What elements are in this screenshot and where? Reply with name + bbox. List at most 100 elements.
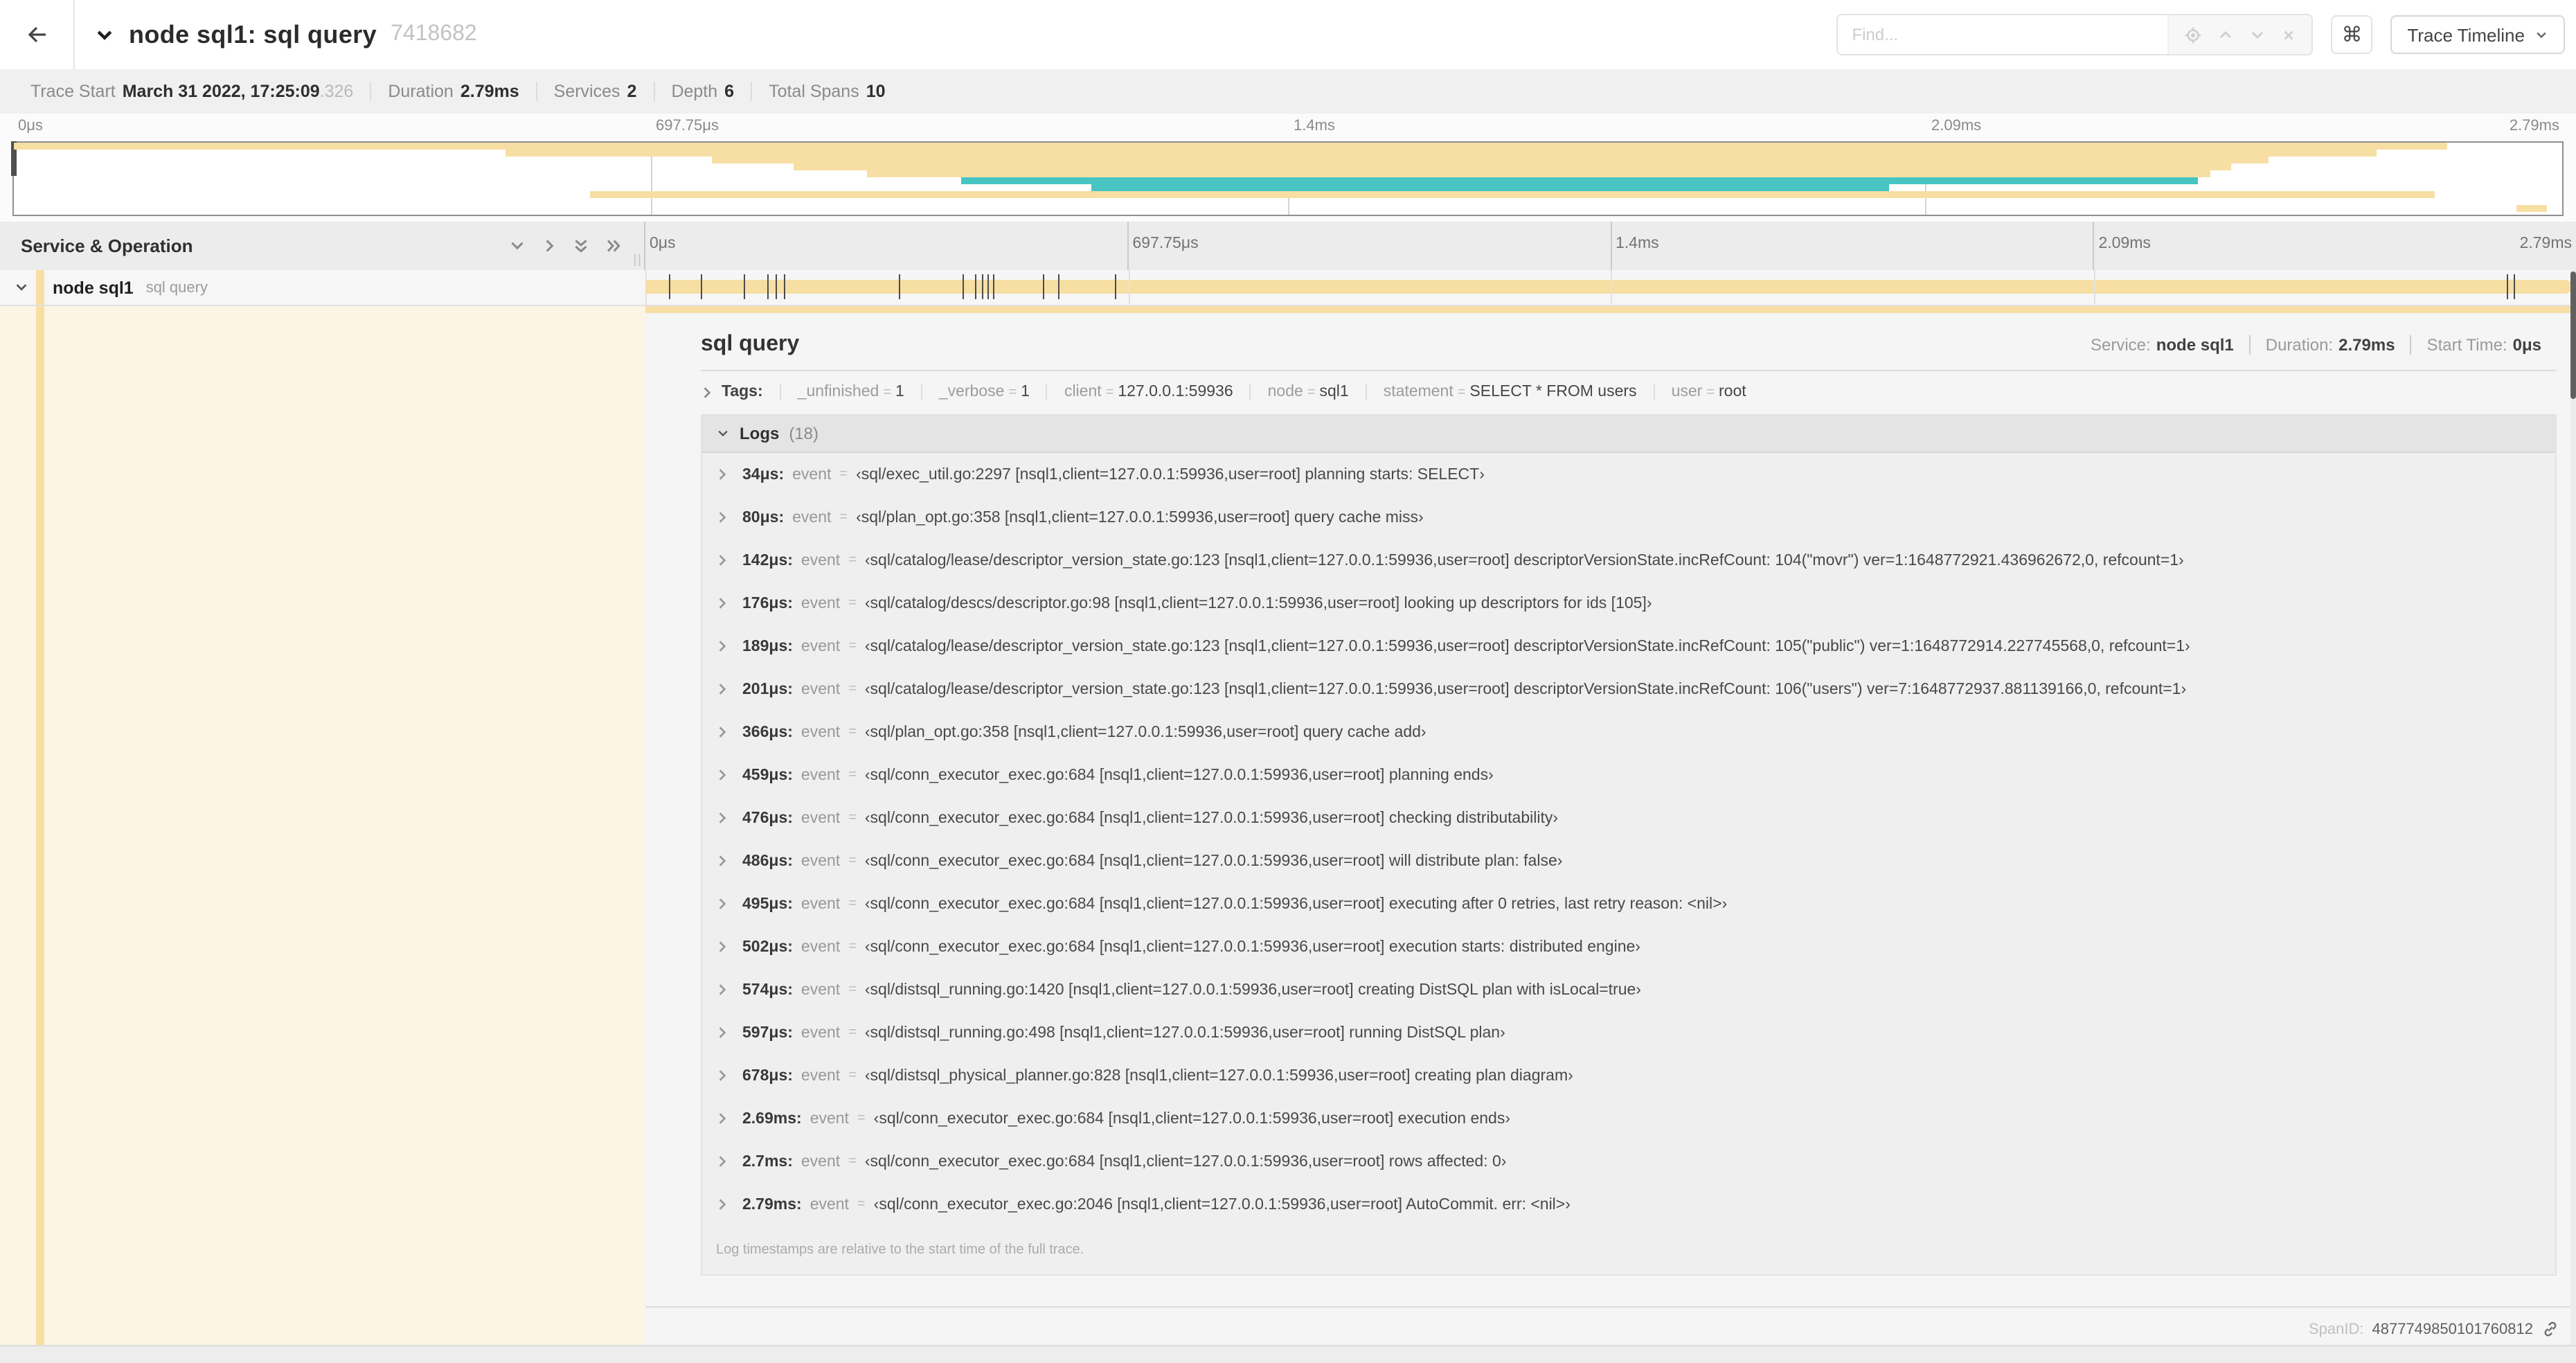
- log-tick-mark[interactable]: [767, 274, 769, 299]
- trace-timeline-page: node sql1: sql query 7418682 ⌘ Trace Tim…: [0, 0, 2576, 1363]
- tags-toggle[interactable]: Tags:: [701, 384, 780, 400]
- log-row[interactable]: 201μs: event = ‹sql/catalog/lease/descri…: [702, 668, 2555, 711]
- find-group: [1836, 14, 2314, 55]
- log-row[interactable]: 495μs: event = ‹sql/conn_executor_exec.g…: [702, 882, 2555, 925]
- log-timestamp: 476μs:: [742, 810, 793, 826]
- log-tick-mark[interactable]: [1058, 274, 1060, 299]
- chevron-right-icon: [716, 1026, 728, 1039]
- prev-result-icon[interactable]: [2217, 26, 2234, 43]
- find-input[interactable]: [1838, 15, 2168, 54]
- keyboard-shortcuts-button[interactable]: ⌘: [2331, 15, 2373, 54]
- log-field-value: ‹sql/conn_executor_exec.go:684 [nsql1,cl…: [864, 1153, 1507, 1170]
- collapse-one-icon[interactable]: [508, 237, 526, 255]
- trace-info-item: Trace Start March 31 2022, 17:25:09.326: [30, 82, 354, 101]
- log-timestamp: 574μs:: [742, 981, 793, 998]
- log-tick-mark[interactable]: [981, 274, 983, 299]
- log-field-value: ‹sql/catalog/lease/descriptor_version_st…: [864, 552, 2184, 569]
- log-field-value: ‹sql/plan_opt.go:358 [nsql1,client=127.0…: [864, 724, 1426, 740]
- log-timestamp: 2.7ms:: [742, 1153, 793, 1170]
- log-field-key: event: [792, 466, 832, 483]
- log-timestamp: 201μs:: [742, 681, 793, 697]
- log-row[interactable]: 189μs: event = ‹sql/catalog/lease/descri…: [702, 625, 2555, 668]
- log-row[interactable]: 459μs: event = ‹sql/conn_executor_exec.g…: [702, 754, 2555, 796]
- log-row[interactable]: 678μs: event = ‹sql/distsql_physical_pla…: [702, 1054, 2555, 1097]
- chevron-right-icon: [716, 1155, 728, 1168]
- log-row[interactable]: 366μs: event = ‹sql/plan_opt.go:358 [nsq…: [702, 711, 2555, 754]
- log-tick-mark[interactable]: [987, 274, 990, 299]
- log-row[interactable]: 2.7ms: event = ‹sql/conn_executor_exec.g…: [702, 1140, 2555, 1183]
- log-tick-mark[interactable]: [2514, 274, 2516, 299]
- log-tick-mark[interactable]: [784, 274, 786, 299]
- tag-item[interactable]: _verbose = 1: [920, 384, 1046, 400]
- log-row[interactable]: 142μs: event = ‹sql/catalog/lease/descri…: [702, 539, 2555, 582]
- service-operation-label: Service & Operation: [21, 235, 193, 256]
- log-tick-mark[interactable]: [743, 274, 745, 299]
- copy-link-icon[interactable]: [2541, 1320, 2559, 1338]
- clear-find-icon[interactable]: [2281, 27, 2296, 42]
- minimap-span-bar: [589, 191, 2435, 198]
- log-row[interactable]: 574μs: event = ‹sql/distsql_running.go:1…: [702, 968, 2555, 1011]
- log-tick-mark[interactable]: [2507, 274, 2509, 299]
- tag-item[interactable]: user = root: [1653, 384, 1763, 400]
- log-field-key: event: [800, 981, 841, 998]
- tag-item[interactable]: client = 127.0.0.1:59936: [1046, 384, 1250, 400]
- expand-one-icon[interactable]: [540, 237, 558, 255]
- log-field-value: ‹sql/conn_executor_exec.go:684 [nsql1,cl…: [873, 1110, 1511, 1127]
- grid-line: [1610, 222, 1611, 270]
- service-operation-header: Service & Operation ||: [0, 222, 645, 270]
- log-tick-mark[interactable]: [668, 274, 670, 299]
- log-field-key: event: [800, 1067, 841, 1084]
- log-tick-mark[interactable]: [1042, 274, 1044, 299]
- chevron-down-icon[interactable]: [14, 280, 29, 295]
- collapse-all-icon[interactable]: [572, 237, 590, 255]
- locate-icon[interactable]: [2184, 26, 2202, 44]
- log-row[interactable]: 34μs: event = ‹sql/exec_util.go:2297 [ns…: [702, 453, 2555, 496]
- vertical-scrollbar[interactable]: [2570, 270, 2576, 1346]
- tag-item[interactable]: node = sql1: [1249, 384, 1366, 400]
- span-duration-bar[interactable]: [645, 280, 2572, 294]
- next-result-icon[interactable]: [2249, 26, 2266, 43]
- log-row[interactable]: 80μs: event = ‹sql/plan_opt.go:358 [nsql…: [702, 496, 2555, 539]
- log-field-key: event: [810, 1196, 849, 1213]
- log-tick-mark[interactable]: [1114, 274, 1116, 299]
- log-row[interactable]: 502μs: event = ‹sql/conn_executor_exec.g…: [702, 925, 2555, 968]
- log-field-key: event: [800, 810, 841, 826]
- log-tick-mark[interactable]: [700, 274, 702, 299]
- tags-list: _unfinished = 1 _verbose = 1 client = 127.0.0.…: [779, 384, 1763, 400]
- log-row[interactable]: 486μs: event = ‹sql/conn_executor_exec.g…: [702, 839, 2555, 882]
- log-tick-mark[interactable]: [992, 274, 994, 299]
- tag-item[interactable]: statement = SELECT * FROM users: [1365, 384, 1654, 400]
- log-row[interactable]: 476μs: event = ‹sql/conn_executor_exec.g…: [702, 796, 2555, 839]
- expand-all-icon[interactable]: [604, 237, 622, 255]
- chevron-right-icon: [716, 855, 728, 867]
- page-header: node sql1: sql query 7418682 ⌘ Trace Tim…: [0, 0, 2576, 71]
- log-row[interactable]: 176μs: event = ‹sql/catalog/descs/descri…: [702, 582, 2555, 625]
- log-row[interactable]: 2.69ms: event = ‹sql/conn_executor_exec.…: [702, 1097, 2555, 1140]
- log-tick-mark[interactable]: [963, 274, 965, 299]
- span-color-strip: [36, 306, 44, 1346]
- trace-timeline-dropdown[interactable]: Trace Timeline: [2390, 15, 2565, 54]
- log-field-key: event: [800, 896, 841, 912]
- log-row[interactable]: 2.79ms: event = ‹sql/conn_executor_exec.…: [702, 1183, 2555, 1226]
- minimap-canvas[interactable]: [11, 141, 2564, 216]
- span-row-name-column[interactable]: node sql1 sql query: [0, 270, 647, 305]
- logs-header[interactable]: Logs (18): [702, 416, 2555, 453]
- span-id-value: 4877749850101760812: [2372, 1321, 2534, 1337]
- span-row[interactable]: node sql1 sql query: [0, 270, 2576, 306]
- back-button[interactable]: [0, 0, 75, 69]
- log-field-value: ‹sql/distsql_running.go:1420 [nsql1,clie…: [864, 981, 1641, 998]
- column-resize-grip[interactable]: ||: [634, 252, 643, 266]
- log-timestamp: 189μs:: [742, 638, 793, 654]
- log-tick-mark[interactable]: [776, 274, 778, 299]
- minimap-span-bar: [506, 150, 2377, 157]
- scrollbar-thumb[interactable]: [2570, 271, 2576, 399]
- tag-item[interactable]: _unfinished = 1: [779, 384, 921, 400]
- chevron-down-icon[interactable]: [94, 24, 115, 45]
- log-tick-mark[interactable]: [898, 274, 900, 299]
- span-detail-section: sql query Service: node sql1 Duration: 2.7…: [0, 306, 2576, 1346]
- span-row-timeline[interactable]: [645, 270, 2576, 305]
- logs-label: Logs: [740, 424, 780, 443]
- log-row[interactable]: 597μs: event = ‹sql/distsql_running.go:4…: [702, 1011, 2555, 1054]
- timeline-table-header: Service & Operation || 0μs 697.75μs 1.4ms 2…: [0, 222, 2576, 271]
- log-tick-mark[interactable]: [974, 274, 976, 299]
